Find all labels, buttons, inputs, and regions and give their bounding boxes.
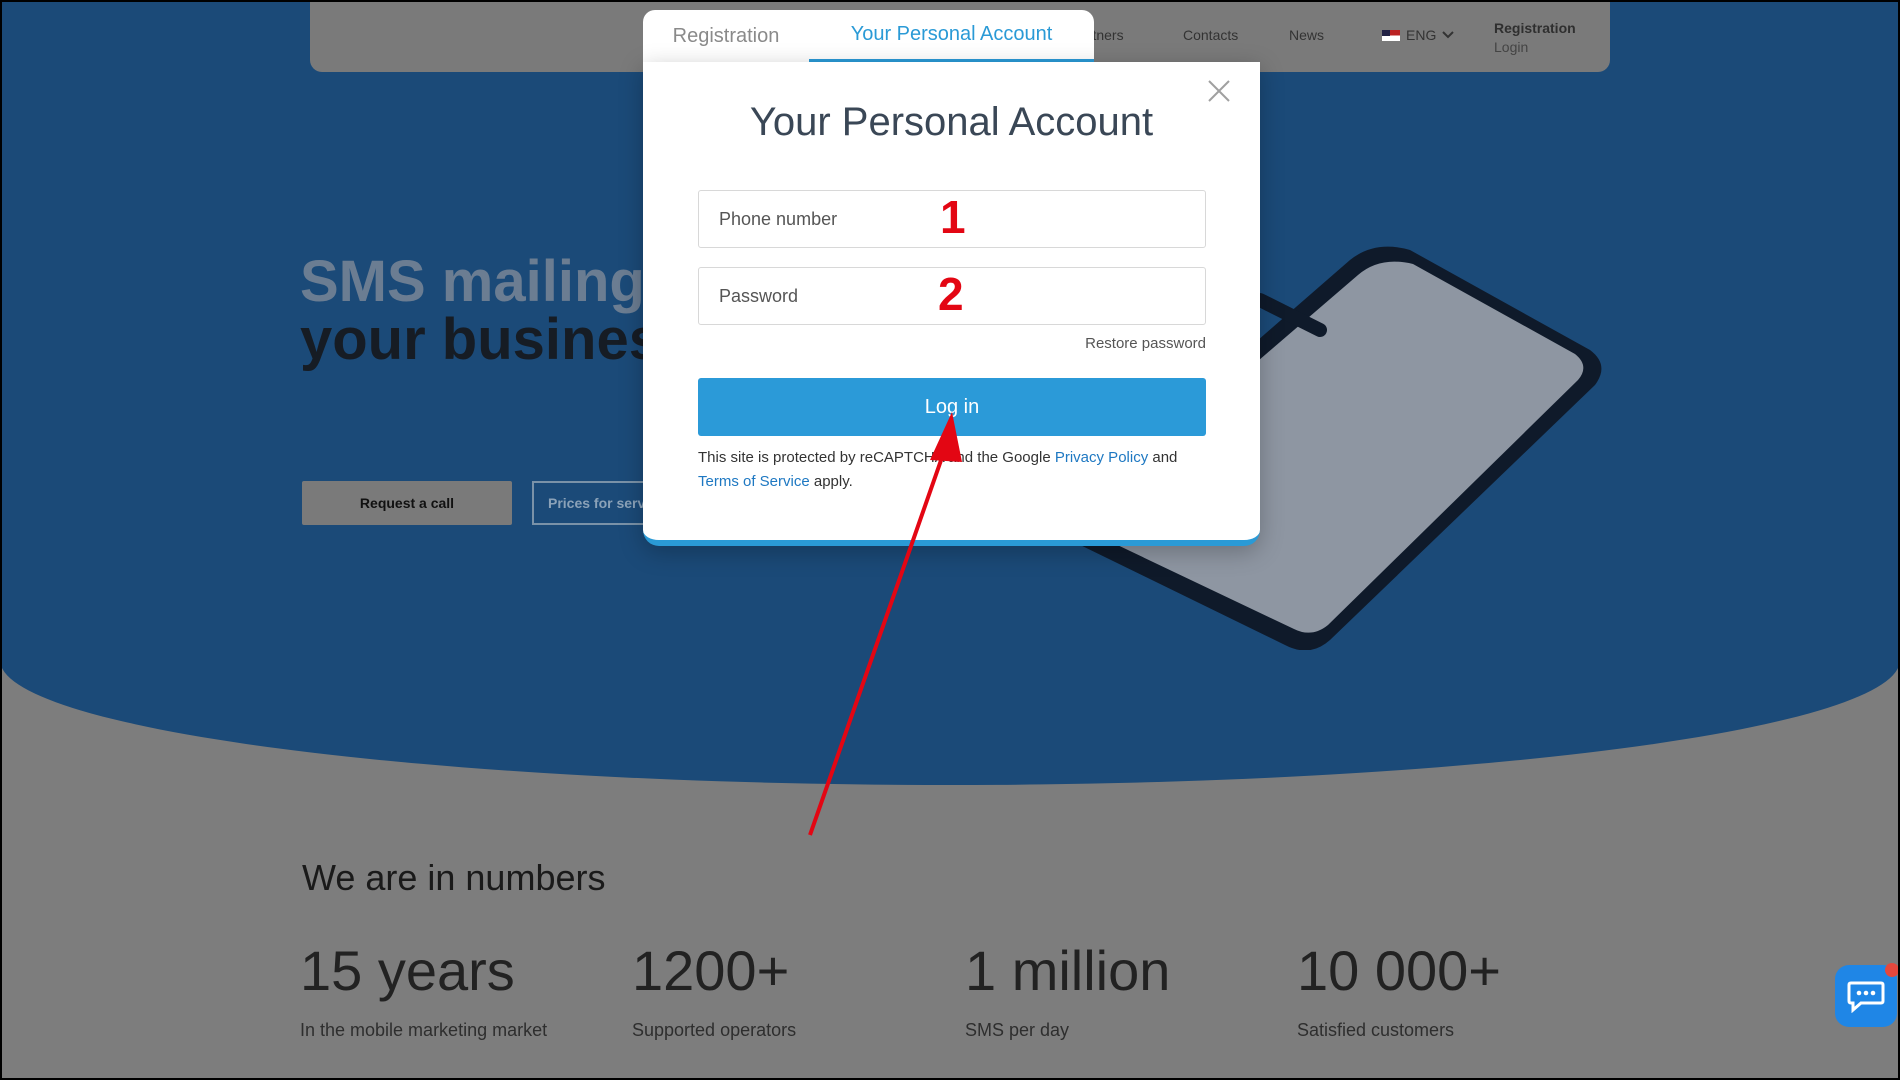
stat-item: 10 000+ Satisfied customers xyxy=(1297,940,1501,1041)
chat-icon xyxy=(1847,981,1885,1013)
chat-widget-button[interactable] xyxy=(1835,963,1899,1027)
stat-item: 1 million SMS per day xyxy=(965,940,1170,1041)
modal-title: Your Personal Account xyxy=(749,100,1154,144)
prices-button[interactable]: Prices for services xyxy=(532,481,652,525)
hero-title-line1: SMS mailings xyxy=(300,249,678,314)
chevron-down-icon xyxy=(1442,31,1455,39)
nav-registration-link[interactable]: Registration xyxy=(1494,19,1576,38)
recaptcha-and: and xyxy=(1152,449,1178,466)
stat-label: Satisfied customers xyxy=(1297,1020,1455,1040)
stat-label: Supported operators xyxy=(632,1020,797,1040)
numbers-title: We are in numbers xyxy=(302,857,606,898)
hero-title-line2: your business xyxy=(300,307,694,372)
stat-value: 1 million xyxy=(965,939,1171,1002)
notification-dot xyxy=(1885,963,1899,977)
nav-link-contacts[interactable]: Contacts xyxy=(1183,27,1238,43)
annotation-marker-2: 2 xyxy=(938,268,964,320)
recaptcha-apply: apply. xyxy=(813,473,853,490)
stat-value: 10 000+ xyxy=(1297,939,1501,1002)
stat-label: In the mobile marketing market xyxy=(300,1020,548,1040)
request-call-button[interactable]: Request a call xyxy=(302,481,512,525)
nav-auth: Registration Login xyxy=(1494,19,1576,57)
nav-login-link[interactable]: Login xyxy=(1494,38,1576,57)
hero-title: SMS mailings your business xyxy=(300,253,693,369)
annotation-marker-1: 1 xyxy=(940,191,966,243)
us-flag-icon xyxy=(1382,29,1400,41)
stat-value: 1200+ xyxy=(632,939,790,1002)
language-label: ENG xyxy=(1406,27,1437,43)
nav-link-news[interactable]: News xyxy=(1289,27,1324,43)
login-button[interactable]: Log in xyxy=(698,378,1206,436)
tab-registration[interactable]: Registration xyxy=(643,10,809,62)
restore-password-link[interactable]: Restore password xyxy=(1040,335,1206,352)
recaptcha-notice: This site is protected by reCAPTCHA and … xyxy=(698,446,1210,494)
stat-label: SMS per day xyxy=(965,1020,1070,1040)
privacy-policy-link[interactable]: Privacy Policy xyxy=(1055,449,1148,466)
language-selector[interactable]: ENG xyxy=(1382,27,1455,43)
terms-of-service-link[interactable]: Terms of Service xyxy=(698,473,810,490)
tab-personal-account[interactable]: Your Personal Account xyxy=(809,10,1094,62)
stat-item: 1200+ Supported operators xyxy=(632,940,796,1041)
recaptcha-text: This site is protected by reCAPTCHA and … xyxy=(698,449,1051,466)
stat-item: 15 years In the mobile marketing market xyxy=(300,940,547,1041)
stat-value: 15 years xyxy=(300,939,515,1002)
